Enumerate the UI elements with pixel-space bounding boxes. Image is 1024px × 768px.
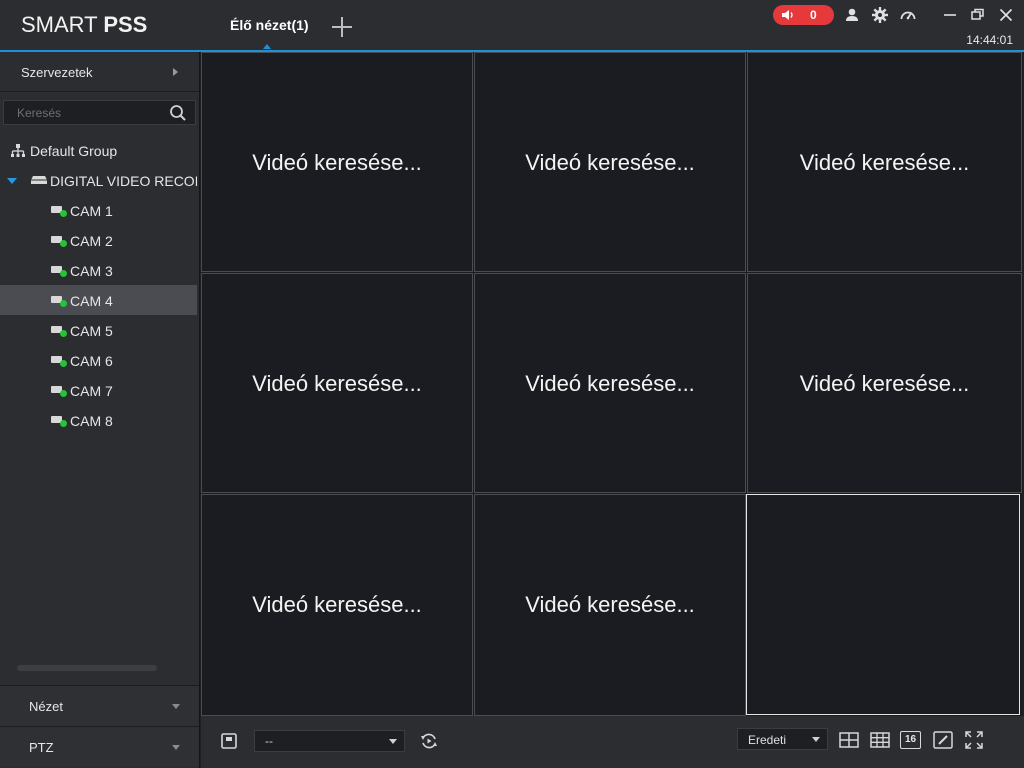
organization-header[interactable]: Szervezetek — [0, 52, 199, 92]
video-cell[interactable]: Videó keresése... — [747, 273, 1022, 493]
chevron-down-icon — [812, 737, 820, 742]
tree-item-camera[interactable]: CAM 7 — [0, 375, 197, 405]
video-cell[interactable]: Videó keresése... — [474, 494, 746, 716]
user-icon[interactable] — [843, 6, 861, 24]
chevron-down-icon — [389, 739, 397, 744]
camera-online-icon — [51, 205, 67, 217]
tree-item-camera[interactable]: CAM 2 — [0, 225, 197, 255]
alarm-count: 0 — [810, 8, 817, 22]
chevron-down-icon — [172, 745, 180, 750]
expand-arrow-icon[interactable] — [7, 178, 17, 184]
camera-online-icon — [51, 385, 67, 397]
split-9-icon[interactable] — [869, 730, 891, 750]
view-select-value: -- — [265, 734, 273, 748]
organization-label: Szervezetek — [21, 65, 93, 80]
camera-label: CAM 1 — [70, 203, 113, 219]
camera-label: CAM 4 — [70, 293, 113, 309]
video-status: Videó keresése... — [525, 592, 695, 617]
video-status: Videó keresése... — [252, 371, 422, 396]
refresh-play-icon[interactable] — [419, 731, 439, 751]
clock: 14:44:01 — [966, 33, 1013, 47]
active-tab-indicator — [263, 44, 271, 49]
panel-view[interactable]: Nézet — [0, 685, 199, 726]
view-select[interactable]: -- — [254, 730, 405, 752]
bottom-toolbar: -- Eredeti 16 — [201, 716, 1024, 768]
speaker-icon — [782, 10, 793, 20]
search-input[interactable] — [4, 101, 164, 124]
video-status: Videó keresése... — [525, 150, 695, 175]
tree-item-camera[interactable]: CAM 1 — [0, 195, 197, 225]
tree-item-camera[interactable]: CAM 5 — [0, 315, 197, 345]
search-icon[interactable] — [169, 104, 187, 122]
aspect-ratio-select[interactable]: Eredeti — [737, 728, 828, 750]
tree-item-camera[interactable]: CAM 8 — [0, 405, 197, 435]
camera-label: CAM 5 — [70, 323, 113, 339]
org-tree-icon — [11, 144, 25, 157]
camera-label: CAM 6 — [70, 353, 113, 369]
tree-item-camera[interactable]: CAM 6 — [0, 345, 197, 375]
camera-online-icon — [51, 295, 67, 307]
tree-horizontal-scrollbar[interactable] — [17, 665, 157, 671]
tree-item-dvr[interactable]: DIGITAL VIDEO RECORDER — [0, 165, 197, 195]
device-label: DIGITAL VIDEO RECORDER — [50, 173, 197, 189]
video-cell[interactable]: Videó keresése... — [474, 52, 746, 272]
title-bar: SMART PSS Élő nézet(1) 0 14:44:01 — [0, 0, 1024, 52]
group-label: Default Group — [30, 143, 118, 159]
camera-label: CAM 8 — [70, 413, 113, 429]
camera-label: CAM 2 — [70, 233, 113, 249]
restore-icon[interactable] — [969, 6, 987, 24]
save-view-icon[interactable] — [219, 731, 239, 751]
chevron-right-icon — [173, 68, 178, 76]
camera-label: CAM 3 — [70, 263, 113, 279]
video-status: Videó keresése... — [799, 371, 970, 396]
video-status: Videó keresése... — [252, 592, 422, 617]
camera-online-icon — [51, 265, 67, 277]
app-logo: SMART PSS — [21, 12, 148, 37]
close-icon[interactable] — [997, 6, 1015, 24]
tab-live-view[interactable]: Élő nézet(1) — [230, 17, 309, 33]
video-cell[interactable]: Videó keresése... — [201, 494, 473, 716]
camera-label: CAM 7 — [70, 383, 113, 399]
custom-split-edit-icon[interactable] — [932, 730, 954, 750]
camera-online-icon — [51, 325, 67, 337]
panel-view-label: Nézet — [29, 699, 63, 714]
video-cell-active[interactable] — [746, 494, 1020, 715]
video-status: Videó keresése... — [525, 371, 695, 396]
split-4-icon[interactable] — [838, 730, 860, 750]
video-cell[interactable]: Videó keresése... — [201, 273, 473, 493]
video-status: Videó keresése... — [252, 150, 422, 175]
fullscreen-icon[interactable] — [964, 730, 984, 750]
minimize-icon[interactable] — [941, 6, 959, 24]
tree-item-camera[interactable]: CAM 3 — [0, 255, 197, 285]
tree-item-default-group[interactable]: Default Group — [0, 135, 197, 165]
camera-online-icon — [51, 355, 67, 367]
camera-online-icon — [51, 235, 67, 247]
video-status: Videó keresése... — [799, 150, 970, 175]
video-grid: Videó keresése... Videó keresése... Vide… — [201, 52, 1022, 716]
gauge-icon[interactable] — [899, 6, 917, 24]
aspect-ratio-value: Eredeti — [748, 733, 787, 747]
dvr-icon — [31, 176, 47, 184]
camera-online-icon — [51, 415, 67, 427]
add-tab-icon[interactable] — [331, 16, 353, 38]
search-box — [3, 100, 196, 125]
video-cell[interactable]: Videó keresése... — [474, 273, 746, 493]
gear-icon[interactable] — [871, 6, 889, 24]
sidebar: Szervezetek Default Group DIG — [0, 52, 200, 768]
tree-item-camera-selected[interactable]: CAM 4 — [0, 285, 197, 315]
split-16-button[interactable]: 16 — [900, 731, 921, 749]
panel-ptz-label: PTZ — [29, 740, 54, 755]
chevron-down-icon — [172, 704, 180, 709]
video-cell[interactable]: Videó keresése... — [747, 52, 1022, 272]
alarm-badge[interactable]: 0 — [773, 5, 834, 25]
panel-ptz[interactable]: PTZ — [0, 726, 199, 767]
video-cell[interactable]: Videó keresése... — [201, 52, 473, 272]
